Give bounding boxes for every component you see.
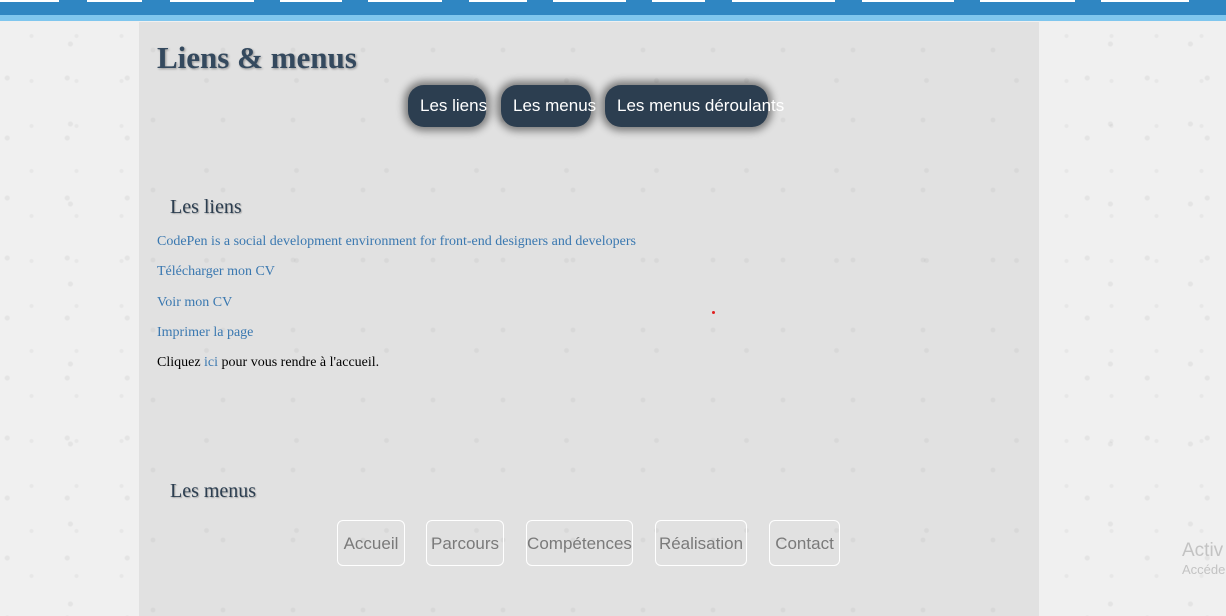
menu-item-realisation[interactable]: Réalisation bbox=[655, 520, 747, 566]
watermark-line-2: Accéde bbox=[1182, 562, 1226, 577]
print-page-link[interactable]: Imprimer la page bbox=[157, 325, 253, 341]
nav-pill-les-menus[interactable]: Les menus bbox=[501, 85, 596, 127]
nav-pill-les-liens[interactable]: Les liens bbox=[408, 85, 487, 127]
navbar-tab[interactable] bbox=[368, 0, 442, 2]
navbar-tab[interactable] bbox=[170, 0, 254, 2]
navbar-tab[interactable] bbox=[1101, 0, 1189, 2]
menu-item-accueil[interactable]: Accueil bbox=[337, 520, 405, 566]
menu-item-contact[interactable]: Contact bbox=[769, 520, 840, 566]
main-content: Liens & menus Les liens Les menus Les me… bbox=[139, 22, 1039, 616]
cursor-dot bbox=[712, 311, 715, 314]
links-section-heading: Les liens bbox=[170, 196, 242, 218]
navbar-tab[interactable] bbox=[0, 0, 59, 2]
view-cv-link[interactable]: Voir mon CV bbox=[157, 295, 232, 311]
activation-watermark: Activ Accéde bbox=[1182, 540, 1225, 577]
menus-section-heading: Les menus bbox=[170, 480, 257, 502]
navbar-tab[interactable] bbox=[469, 0, 527, 2]
navbar-tab[interactable] bbox=[87, 0, 142, 2]
codepen-link[interactable]: CodePen is a social development environm… bbox=[157, 234, 636, 250]
navbar-tab[interactable] bbox=[280, 0, 342, 2]
nav-pill-les-menus-deroulants[interactable]: Les menus déroulants bbox=[605, 85, 784, 127]
navbar-tab[interactable] bbox=[732, 0, 835, 2]
home-sentence: Cliquez ici pour vous rendre à l'accueil… bbox=[157, 355, 379, 371]
top-navbar bbox=[0, 0, 1226, 21]
navbar-tab[interactable] bbox=[980, 0, 1075, 2]
download-cv-link[interactable]: Télécharger mon CV bbox=[157, 264, 275, 280]
navbar-tab[interactable] bbox=[862, 0, 954, 2]
navbar-tab[interactable] bbox=[553, 0, 626, 2]
home-link[interactable]: ici bbox=[204, 355, 218, 370]
watermark-line-1: Activ bbox=[1182, 540, 1224, 561]
home-sentence-after: pour vous rendre à l'accueil. bbox=[218, 355, 380, 370]
menu-item-competences[interactable]: Compétences bbox=[526, 520, 633, 566]
navbar-tab[interactable] bbox=[652, 0, 705, 2]
home-sentence-before: Cliquez bbox=[157, 355, 205, 370]
menu-item-parcours[interactable]: Parcours bbox=[426, 520, 504, 566]
page-title: Liens & menus bbox=[157, 40, 357, 75]
